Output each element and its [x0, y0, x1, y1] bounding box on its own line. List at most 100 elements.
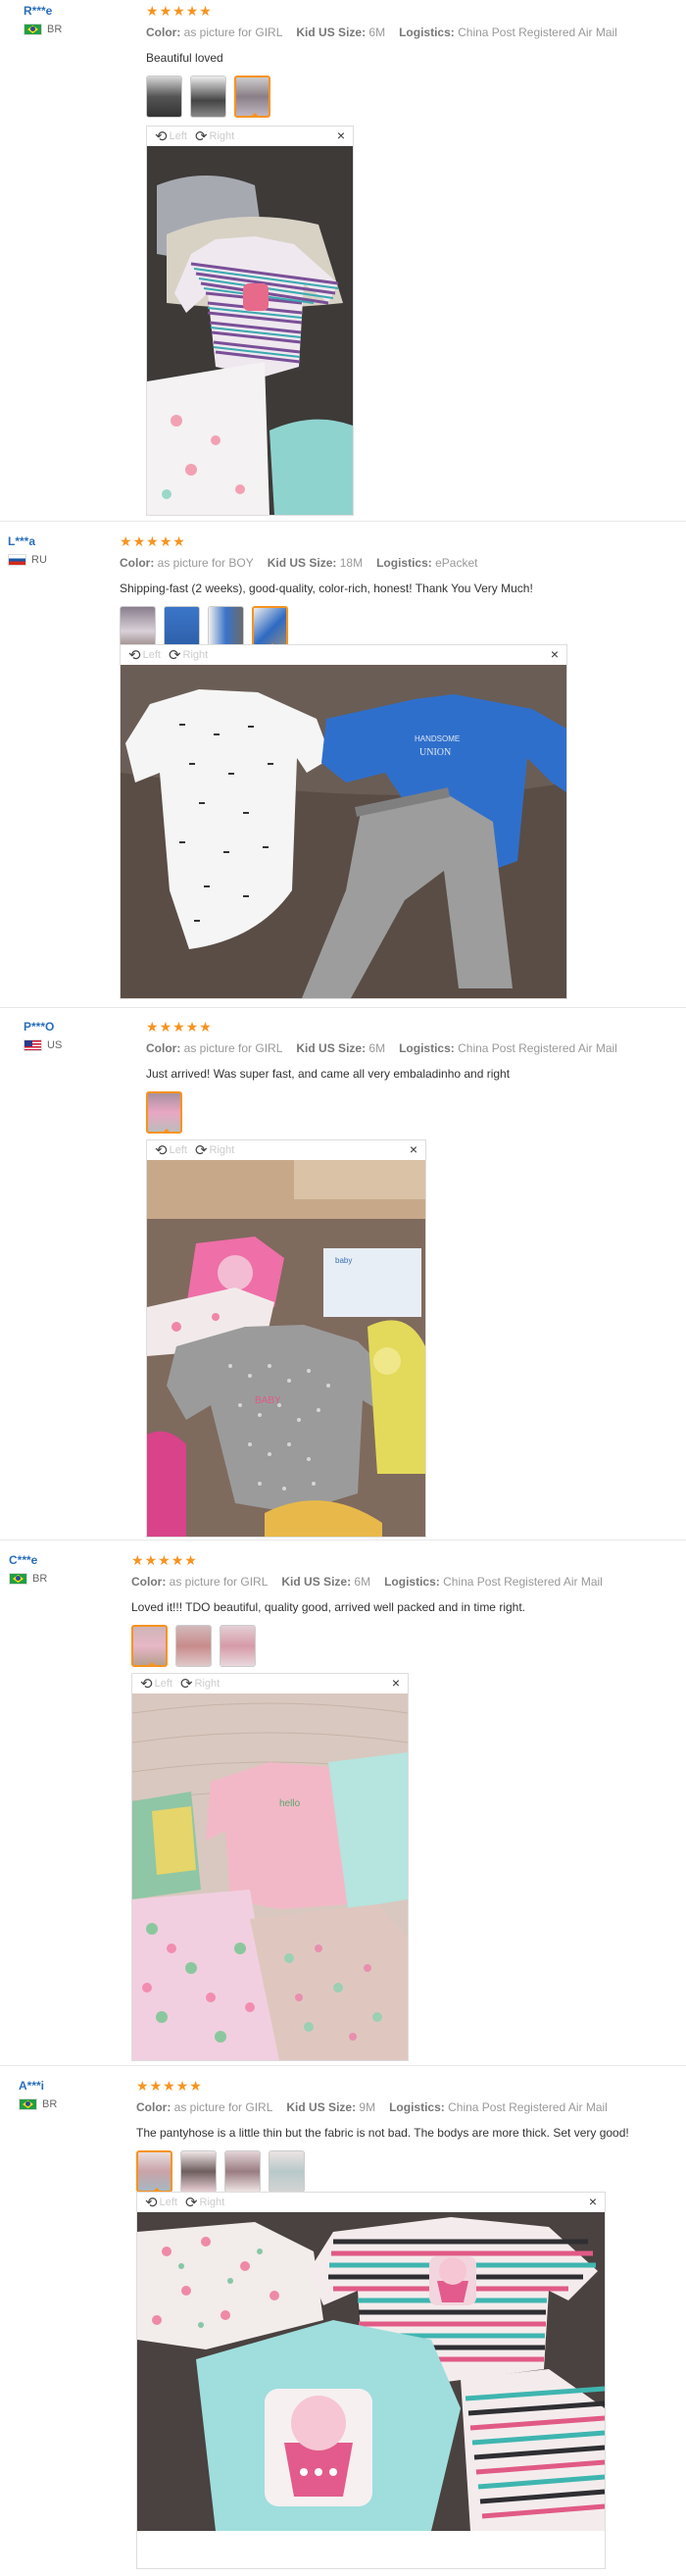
- star-icon: ★: [184, 1552, 197, 1568]
- review-photo[interactable]: baby BABY: [147, 1160, 425, 1537]
- color-label: Color:: [131, 1575, 167, 1589]
- rotate-right-icon: ⟳: [184, 2194, 198, 2211]
- star-icon: ★: [159, 3, 172, 19]
- rotate-right-button[interactable]: ⟳ Right: [169, 648, 208, 663]
- country-code: BR: [47, 24, 63, 35]
- star-icon: ★: [172, 1019, 185, 1035]
- review-thumbnail[interactable]: [208, 606, 244, 648]
- review-thumbnail[interactable]: [120, 606, 156, 648]
- reviewer-country: US: [24, 1039, 62, 1051]
- rotate-left-label: Left: [142, 649, 161, 661]
- color-value: as picture for GIRL: [173, 2100, 273, 2114]
- review-photo[interactable]: [137, 2212, 605, 2531]
- review-photo[interactable]: hello: [132, 1693, 408, 2060]
- brazil-flag-icon: [19, 2098, 37, 2110]
- review-thumbnail[interactable]: [269, 2150, 305, 2193]
- rotate-left-icon: ⟲: [155, 1141, 168, 1159]
- review-photo[interactable]: HANDSOME UNION: [121, 665, 566, 998]
- close-icon[interactable]: ×: [589, 2195, 597, 2208]
- review-divider: [0, 521, 686, 522]
- order-info: Color: as picture for GIRL Kid US Size: 6…: [146, 1041, 617, 1055]
- star-icon: ★: [158, 1552, 171, 1568]
- star-rating: ★ ★ ★ ★ ★: [146, 4, 617, 18]
- size-value: 6M: [368, 25, 386, 39]
- rotate-right-button[interactable]: ⟳ Right: [180, 1677, 220, 1692]
- reviewer-info: P***O US: [24, 1020, 62, 1051]
- logistics-value: China Post Registered Air Mail: [443, 1575, 603, 1589]
- review-thumbnail[interactable]: [180, 2150, 217, 2193]
- rotate-right-icon: ⟳: [194, 127, 208, 145]
- reviewer-country: BR: [9, 1573, 47, 1585]
- viewer-toolbar: ⟲ Left ⟳ Right ×: [147, 126, 353, 146]
- size-label: Kid US Size:: [296, 1041, 367, 1055]
- rotate-left-button[interactable]: ⟲ Left: [128, 648, 161, 663]
- country-code: RU: [31, 554, 47, 566]
- star-icon: ★: [199, 1019, 212, 1035]
- star-icon: ★: [131, 1552, 144, 1568]
- reviewer-name[interactable]: C***e: [9, 1553, 47, 1567]
- star-icon: ★: [146, 1019, 159, 1035]
- star-icon: ★: [163, 2078, 175, 2094]
- brazil-flag-icon: [24, 24, 42, 35]
- review-thumbnail[interactable]: [175, 1625, 212, 1667]
- rotate-left-button[interactable]: ⟲ Left: [140, 1677, 172, 1692]
- review-thumbnail[interactable]: [220, 1625, 256, 1667]
- review-thumbnail[interactable]: [252, 606, 288, 648]
- photo-viewer: ⟲ Left ⟳ Right ×: [136, 2192, 606, 2569]
- close-icon[interactable]: ×: [392, 1676, 400, 1690]
- review-photo[interactable]: [147, 146, 353, 515]
- rotate-right-icon: ⟳: [194, 1141, 208, 1159]
- country-code: US: [47, 1039, 63, 1051]
- review-thumbnail[interactable]: [190, 76, 226, 118]
- reviewer-name[interactable]: R***e: [24, 4, 62, 18]
- star-icon: ★: [144, 1552, 158, 1568]
- reviewer-country: BR: [24, 24, 62, 35]
- reviewer-name[interactable]: P***O: [24, 1020, 62, 1034]
- review-comment: Beautiful loved: [146, 51, 223, 65]
- review-thumbnail[interactable]: [146, 1091, 182, 1134]
- rotate-right-button[interactable]: ⟳ Right: [185, 2196, 224, 2210]
- rotate-right-label: Right: [209, 130, 235, 142]
- review-thumbnail[interactable]: [164, 606, 200, 648]
- star-rating: ★ ★ ★ ★ ★: [131, 1553, 603, 1567]
- color-label: Color:: [146, 25, 181, 39]
- size-label: Kid US Size:: [286, 2100, 357, 2114]
- rotate-left-icon: ⟲: [155, 127, 168, 145]
- review-thumbnail[interactable]: [136, 2150, 172, 2193]
- close-icon[interactable]: ×: [551, 647, 559, 661]
- rotate-left-button[interactable]: ⟲ Left: [155, 1143, 187, 1158]
- photo-viewer: ⟲ Left ⟳ Right × baby BABY: [146, 1139, 426, 1538]
- close-icon[interactable]: ×: [410, 1142, 417, 1156]
- logistics-label: Logistics:: [376, 556, 432, 570]
- review-thumbnail[interactable]: [234, 76, 270, 118]
- photo-viewer: ⟲ Left ⟳ Right ×: [146, 126, 354, 516]
- reviewer-info: L***a RU: [8, 534, 47, 566]
- star-icon: ★: [146, 533, 159, 549]
- color-value: as picture for BOY: [157, 556, 254, 570]
- svg-text:hello: hello: [279, 1798, 301, 1809]
- rotate-left-label: Left: [154, 1678, 172, 1690]
- review-divider: [0, 2065, 686, 2066]
- rotate-left-button[interactable]: ⟲ Left: [155, 129, 187, 144]
- star-icon: ★: [189, 2078, 202, 2094]
- review-thumbnail[interactable]: [131, 1625, 168, 1667]
- photo-viewer: ⟲ Left ⟳ Right × HANDSOME UNION: [120, 644, 567, 999]
- viewer-toolbar: ⟲ Left ⟳ Right ×: [121, 645, 566, 665]
- star-icon: ★: [172, 3, 185, 19]
- review-thumbnail[interactable]: [146, 76, 182, 118]
- star-icon: ★: [171, 1552, 184, 1568]
- review-divider: [0, 1007, 686, 1008]
- star-icon: ★: [149, 2078, 163, 2094]
- rotate-right-button[interactable]: ⟳ Right: [195, 129, 234, 144]
- rotate-right-button[interactable]: ⟳ Right: [195, 1143, 234, 1158]
- reviewer-name[interactable]: A***i: [19, 2079, 57, 2093]
- reviewer-name[interactable]: L***a: [8, 534, 47, 548]
- logistics-value: ePacket: [435, 556, 478, 570]
- color-value: as picture for GIRL: [183, 25, 283, 39]
- star-icon: ★: [199, 3, 212, 19]
- rotate-left-button[interactable]: ⟲ Left: [145, 2196, 177, 2210]
- size-value: 6M: [368, 1041, 386, 1055]
- close-icon[interactable]: ×: [337, 128, 345, 142]
- review-thumbnail[interactable]: [224, 2150, 261, 2193]
- color-label: Color:: [136, 2100, 172, 2114]
